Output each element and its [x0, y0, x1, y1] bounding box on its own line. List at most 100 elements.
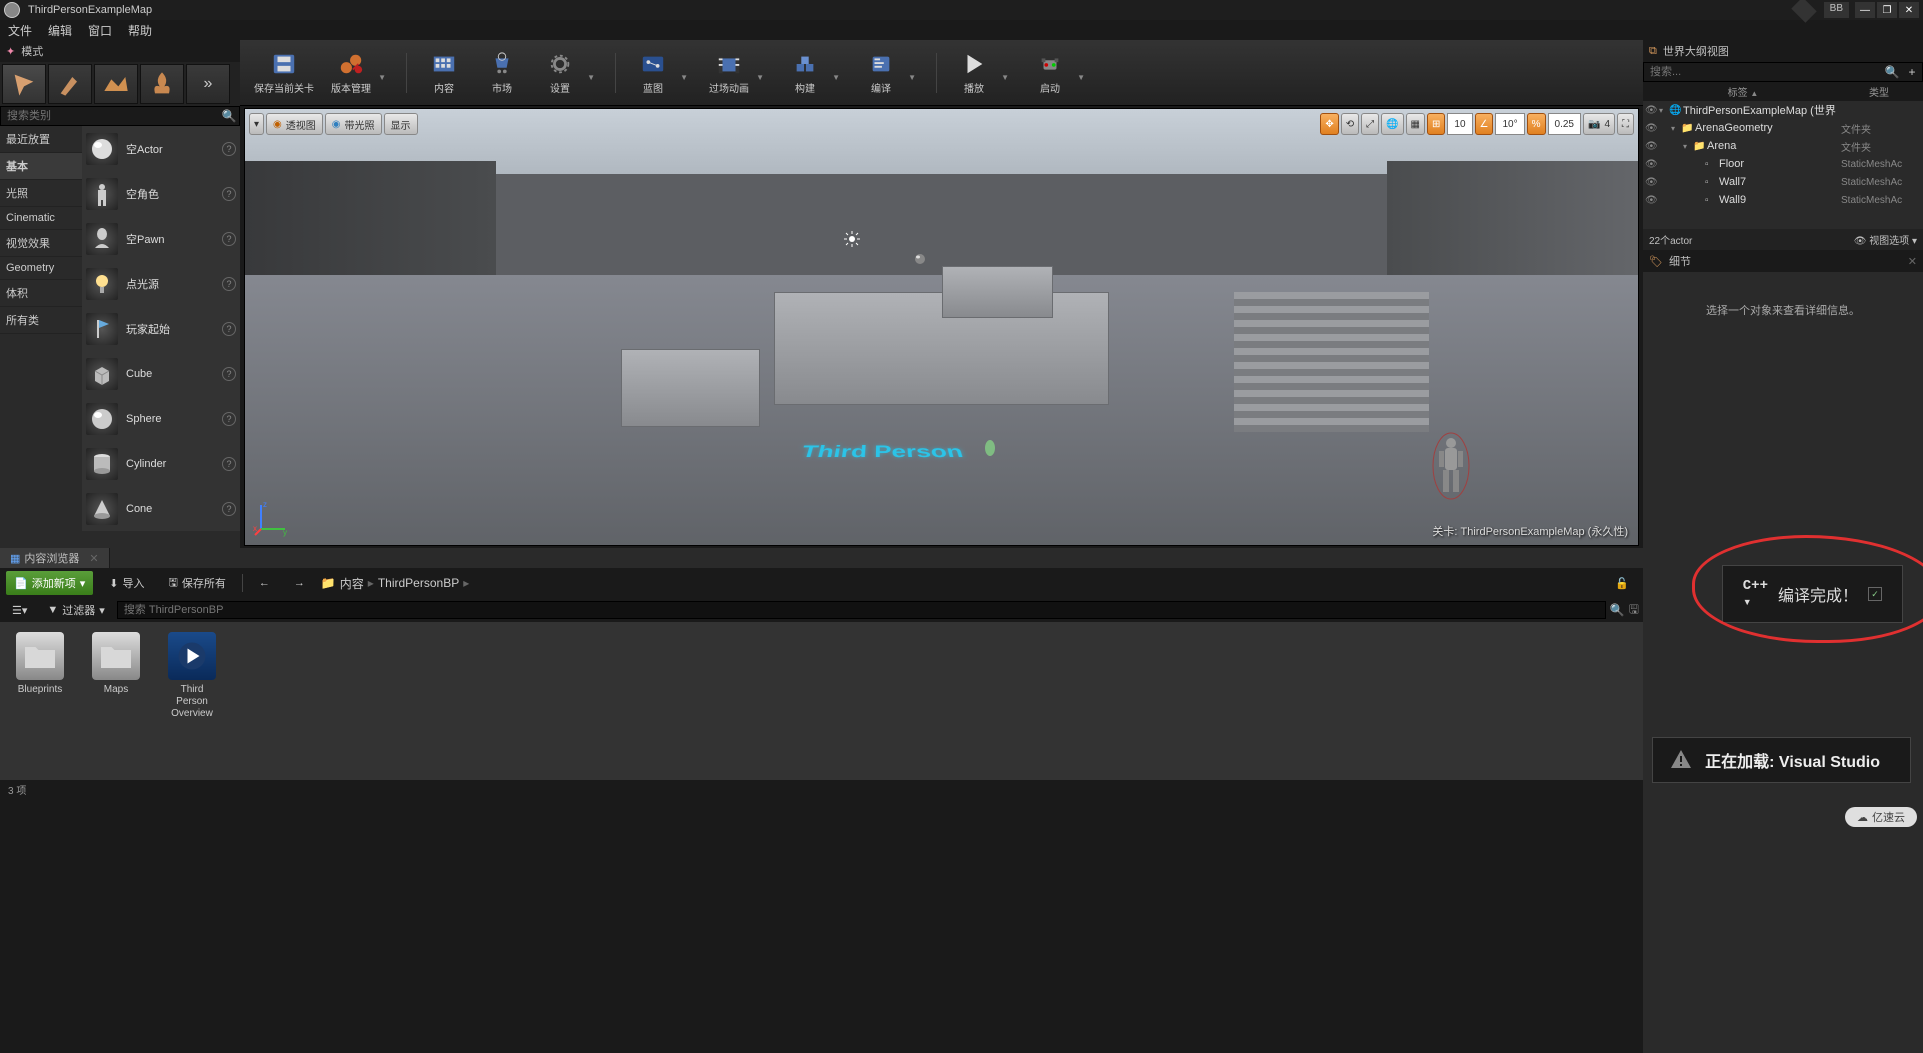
angle-snap-button[interactable]: ∠	[1475, 113, 1494, 135]
dropdown-arrow-icon[interactable]: ▼	[756, 73, 764, 82]
transform-rotate-button[interactable]: ⟲	[1341, 113, 1359, 135]
expand-icon[interactable]: ▾	[1683, 142, 1693, 151]
build-button[interactable]: 构建▼	[780, 45, 830, 101]
blueprint-button[interactable]: 蓝图▼	[628, 45, 678, 101]
viewport-viewmode-button[interactable]: ◉带光照	[325, 113, 382, 135]
menu-edit[interactable]: 编辑	[48, 22, 72, 39]
transform-scale-button[interactable]: ⤢	[1361, 113, 1379, 135]
modes-search-input[interactable]	[1, 107, 219, 125]
category-item[interactable]: Cinematic	[0, 207, 82, 230]
save-all-button[interactable]: 🖫 保存所有	[160, 570, 233, 597]
category-item[interactable]: 基本	[0, 153, 82, 180]
nav-fwd-button[interactable]: →	[286, 573, 313, 593]
surface-snap-button[interactable]: ▦	[1406, 113, 1425, 135]
add-filter-icon[interactable]: +	[1902, 63, 1922, 81]
asset-item[interactable]: Maps	[86, 632, 146, 696]
nav-back-button[interactable]: ←	[251, 573, 278, 593]
add-new-button[interactable]: 📄 添加新项 ▾	[6, 571, 93, 595]
help-icon[interactable]: ?	[222, 412, 236, 426]
content-browser-tab[interactable]: ▦ 内容浏览器 ✕	[0, 548, 110, 568]
coord-space-button[interactable]: 🌐	[1381, 113, 1403, 135]
outliner-row[interactable]: 👁▾📁ArenaGeometry文件夹	[1643, 119, 1923, 137]
import-button[interactable]: ⬇ 导入	[101, 571, 152, 595]
save-search-icon[interactable]: 🖫	[1629, 600, 1639, 621]
folder-icon[interactable]: 📁	[321, 576, 336, 590]
menu-window[interactable]: 窗口	[88, 22, 112, 39]
minimize-button[interactable]: —	[1855, 2, 1875, 18]
compile-button[interactable]: 编译▼	[856, 45, 906, 101]
transform-select-button[interactable]: ✥	[1320, 113, 1338, 135]
scale-snap-value[interactable]: 0.25	[1548, 113, 1581, 135]
actor-item[interactable]: Sphere?	[82, 396, 240, 441]
help-icon[interactable]: ?	[222, 367, 236, 381]
place-mode-button[interactable]	[2, 64, 46, 104]
category-item[interactable]: 最近放置	[0, 126, 82, 153]
search-icon[interactable]: 🔍	[1882, 63, 1902, 81]
dropdown-arrow-icon[interactable]: ▼	[908, 73, 916, 82]
scale-snap-button[interactable]: %	[1527, 113, 1546, 135]
dropdown-arrow-icon[interactable]: ▼	[378, 73, 386, 82]
help-icon[interactable]: ?	[222, 457, 236, 471]
dropdown-arrow-icon[interactable]: ▼	[680, 73, 688, 82]
menu-help[interactable]: 帮助	[128, 22, 152, 39]
modes-tab[interactable]: ✦ 模式	[0, 40, 240, 62]
breadcrumb-root[interactable]: 内容	[340, 575, 364, 592]
outliner-row[interactable]: 👁▾📁Arena文件夹	[1643, 137, 1923, 155]
outliner-col-type[interactable]: 类型	[1839, 84, 1919, 99]
actor-item[interactable]: Cone?	[82, 486, 240, 531]
angle-snap-value[interactable]: 10°	[1495, 113, 1524, 135]
foliage-mode-button[interactable]	[140, 64, 184, 104]
help-icon[interactable]: ?	[222, 142, 236, 156]
help-icon[interactable]: ?	[222, 232, 236, 246]
outliner-col-label[interactable]: 标签	[1728, 88, 1748, 99]
outliner-search-input[interactable]	[1644, 63, 1882, 81]
search-icon[interactable]: 🔍	[1610, 603, 1625, 617]
breadcrumb-folder[interactable]: ThirdPersonBP	[378, 576, 459, 590]
source-button[interactable]: 版本管理▼	[326, 45, 376, 101]
save-button[interactable]: 保存当前关卡	[250, 45, 318, 101]
maximize-button[interactable]: ❐	[1877, 2, 1897, 18]
outliner-row[interactable]: 👁▾🌐ThirdPersonExampleMap (世界	[1643, 101, 1923, 119]
visibility-eye-icon[interactable]: 👁	[1645, 141, 1659, 152]
expand-icon[interactable]: ▾	[1671, 124, 1681, 133]
outliner-row[interactable]: 👁▫FloorStaticMeshAc	[1643, 155, 1923, 173]
sources-toggle-button[interactable]: ☰▾	[4, 600, 35, 621]
close-tab-icon[interactable]: ✕	[89, 552, 98, 565]
lock-button[interactable]: 🔓	[1607, 573, 1637, 594]
category-item[interactable]: 所有类	[0, 307, 82, 334]
market-button[interactable]: 市场	[477, 45, 527, 101]
grid-snap-value[interactable]: 10	[1447, 113, 1472, 135]
camera-speed-button[interactable]: 📷4	[1583, 113, 1615, 135]
category-item[interactable]: Geometry	[0, 257, 82, 280]
viewport-maximize-button[interactable]: ⛶	[1617, 113, 1634, 135]
dropdown-arrow-icon[interactable]: ▼	[1001, 73, 1009, 82]
content-button[interactable]: 内容	[419, 45, 469, 101]
content-search-input[interactable]	[117, 601, 1606, 619]
viewport[interactable]: ▾ ◉透视图 ◉带光照 显示 ✥ ⟲ ⤢ 🌐 ▦ ⊞ 10 ∠ 10° % 0.…	[244, 108, 1639, 546]
help-icon[interactable]: ?	[222, 322, 236, 336]
help-icon[interactable]: ?	[222, 277, 236, 291]
asset-item[interactable]: ThirdPersonOverview	[162, 632, 222, 720]
dropdown-arrow-icon[interactable]: ▼	[587, 73, 595, 82]
visibility-eye-icon[interactable]: 👁	[1645, 105, 1659, 116]
category-item[interactable]: 光照	[0, 180, 82, 207]
outliner-row[interactable]: 👁▫Wall7StaticMeshAc	[1643, 173, 1923, 191]
outliner-row[interactable]: 👁▫Wall9StaticMeshAc	[1643, 191, 1923, 209]
details-tab[interactable]: 🏷 细节 ✕	[1643, 250, 1923, 272]
actor-item[interactable]: 空角色?	[82, 171, 240, 216]
paint-mode-button[interactable]	[48, 64, 92, 104]
outliner-view-options[interactable]: 👁 视图选项 ▾	[1854, 232, 1917, 247]
category-item[interactable]: 体积	[0, 280, 82, 307]
cinematic-button[interactable]: 过场动画▼	[704, 45, 754, 101]
actor-item[interactable]: 空Actor?	[82, 126, 240, 171]
help-icon[interactable]: ?	[222, 502, 236, 516]
more-modes-button[interactable]: »	[186, 64, 230, 104]
settings-button[interactable]: 设置▼	[535, 45, 585, 101]
launch-button[interactable]: 启动▼	[1025, 45, 1075, 101]
actor-item[interactable]: Cube?	[82, 351, 240, 396]
help-icon[interactable]: ?	[222, 187, 236, 201]
actor-item[interactable]: 空Pawn?	[82, 216, 240, 261]
close-tab-icon[interactable]: ✕	[1908, 255, 1917, 268]
grid-snap-button[interactable]: ⊞	[1427, 113, 1445, 135]
filters-button[interactable]: ▼过滤器▾	[39, 598, 112, 622]
